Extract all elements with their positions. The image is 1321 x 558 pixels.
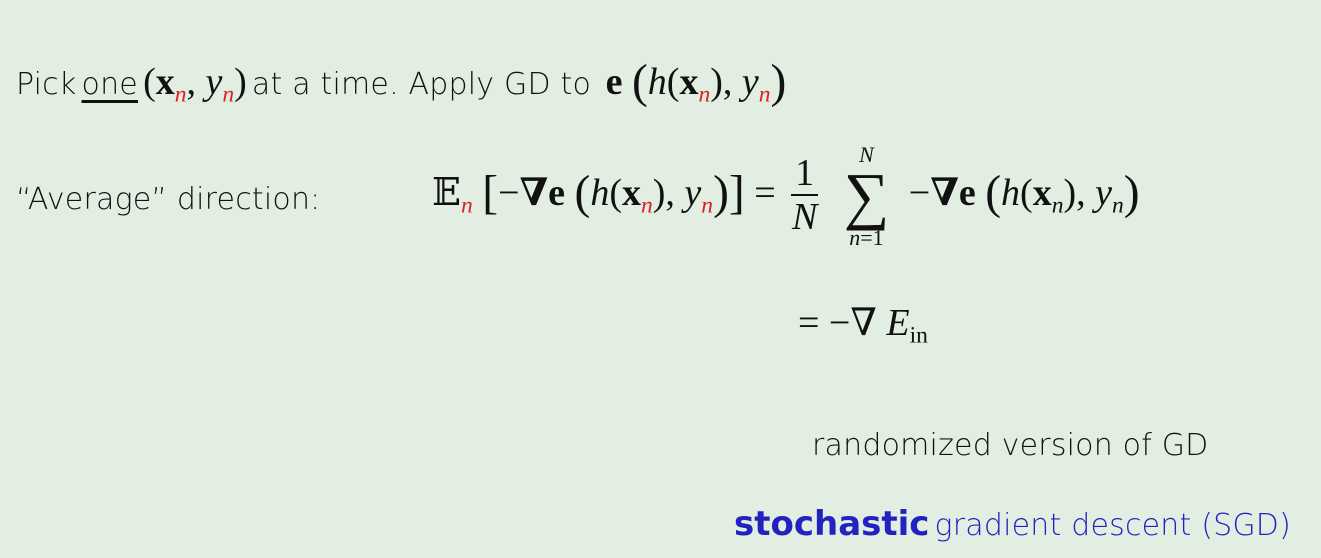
pointwise-error-formula: e (h(xn), yn) xyxy=(605,56,787,108)
sample-pair-formula: (xn, yn) xyxy=(143,61,247,108)
one-underlined: one xyxy=(81,67,138,102)
line-pick-one: Pick one (xn, yn) at a time. Apply GD to… xyxy=(16,52,786,109)
randomized-version-note: randomized version of GD xyxy=(812,428,1209,463)
one-over-n-fraction: 1N xyxy=(791,151,819,238)
stochastic-bold: stochastic xyxy=(734,504,930,544)
pick-label: Pick xyxy=(16,67,77,102)
expectation-equation: 𝔼n [−∇e (h(xn), yn)] = 1N N ∑ n=1 −∇e (h(x… xyxy=(432,142,1140,250)
sgd-note: stochastic gradient descent (SGD) xyxy=(734,504,1291,544)
expectation-operator: 𝔼n xyxy=(432,172,473,219)
average-direction-label: “Average” direction: xyxy=(16,182,321,217)
apply-gd-label: at a time. Apply GD to xyxy=(251,67,591,102)
summation-symbol: N ∑ n=1 xyxy=(843,142,890,250)
gradient-ein-equation: = −∇ Ein xyxy=(798,302,928,349)
gradient-descent-sgd: gradient descent (SGD) xyxy=(934,508,1292,543)
